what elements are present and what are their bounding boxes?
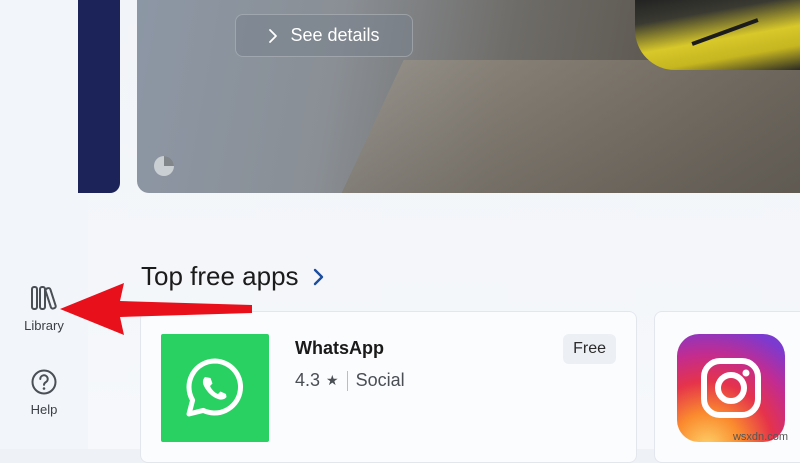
price-badge: Free [563,334,616,364]
hero-banner[interactable]: See details [137,0,800,193]
instagram-icon [677,334,785,442]
app-rating: 4.3 [295,370,321,390]
chevron-right-icon [313,268,323,285]
divider [346,370,348,391]
red-arrow-icon [60,283,252,335]
game-logo-icon [154,156,174,176]
see-details-button[interactable]: See details [235,14,413,57]
star-icon: ★ [326,372,339,388]
see-details-label: See details [290,25,380,45]
app-name: WhatsApp [295,338,384,358]
app-meta: 4.3 ★ Social [295,370,405,391]
watermark: wsxdn.com [732,431,788,443]
chevron-right-icon [269,28,278,43]
sidebar: Library Help [0,0,89,449]
help-icon [31,369,57,395]
whatsapp-icon [161,334,269,442]
previous-banner[interactable] [78,0,120,193]
sidebar-item-help[interactable]: Help [0,368,88,417]
sidebar-item-label: Help [30,402,58,417]
hero-image [310,60,800,193]
library-icon [31,286,57,310]
app-category: Social [355,370,405,390]
main-content: See details Top free apps WhatsApp 4.3 ★… [78,0,800,463]
